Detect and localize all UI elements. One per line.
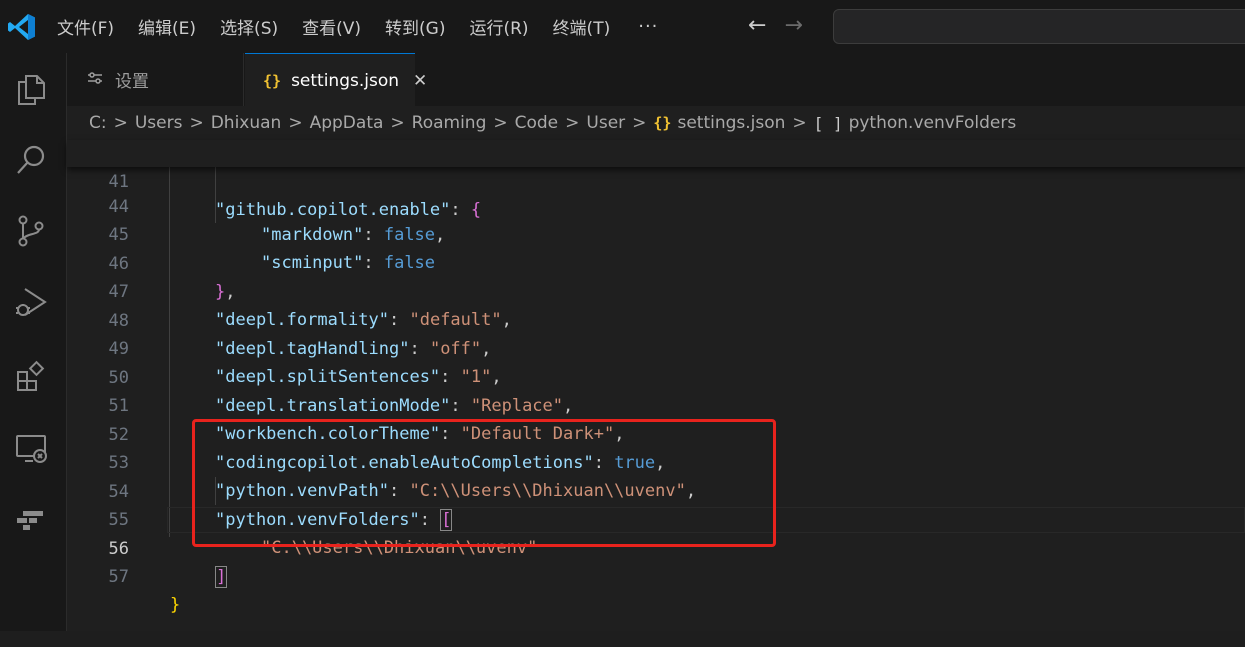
code-line: 48 "deepl.tagHandling": "off", [67, 279, 1245, 359]
vscode-logo-icon [2, 0, 42, 53]
breadcrumb-item[interactable]: Code [515, 113, 559, 133]
chevron-right-icon: > [565, 113, 580, 133]
command-center-search[interactable] [833, 9, 1245, 44]
menu-view[interactable]: 查看(V) [302, 14, 361, 39]
code-line: 49 "deepl.splitSentences": "1", [67, 307, 1245, 387]
json-braces-icon: {} [263, 71, 282, 90]
code-line: 47 "deepl.formality": "default", [67, 250, 1245, 330]
activity-bar [0, 53, 67, 631]
extensions-icon[interactable] [10, 355, 52, 397]
code-line: 44 "markdown": false, [67, 165, 1245, 245]
remote-explorer-icon[interactable] [10, 427, 52, 469]
close-icon[interactable]: ✕ [413, 71, 427, 91]
code-token: : [450, 200, 471, 220]
line-number: 57 [108, 567, 129, 587]
search-icon[interactable] [10, 139, 52, 181]
line-code: ] [215, 563, 228, 591]
source-control-icon[interactable] [10, 210, 52, 252]
breadcrumb-item[interactable]: Users [135, 113, 183, 133]
line-number: 41 [108, 172, 129, 192]
settings-sliders-icon [87, 71, 103, 89]
chevron-right-icon: > [632, 113, 647, 133]
chevron-right-icon: > [792, 113, 807, 133]
code-line: 46 }, [67, 222, 1245, 302]
navigation-arrows: ← → [748, 12, 803, 40]
code-token: "github.copilot.enable" [215, 200, 451, 220]
code-line: 41 "github.copilot.enable": { [67, 140, 1245, 220]
closing-bracket: ] [215, 566, 228, 588]
sticky-scroll-header[interactable]: 41 "github.copilot.enable": { [67, 140, 1245, 220]
tab-settings-json-label: settings.json [291, 70, 400, 91]
json-braces-icon: {} [653, 114, 672, 132]
menu-more-button[interactable]: ··· [638, 16, 658, 37]
code-line: 52 "codingcopilot.enableAutoCompletions"… [67, 393, 1245, 473]
breadcrumb-item[interactable]: Roaming [412, 113, 487, 133]
menu-file[interactable]: 文件(F) [57, 14, 114, 39]
menu-run[interactable]: 运行(R) [469, 14, 528, 39]
menu-selection[interactable]: 选择(S) [220, 14, 278, 39]
menu-bar: 文件(F) 编辑(E) 选择(S) 查看(V) 转到(G) 运行(R) 终端(T… [57, 14, 658, 39]
breadcrumb-item[interactable]: Dhixuan [211, 113, 282, 133]
line-code: } [170, 591, 180, 619]
array-brackets-icon: [ ] [813, 113, 843, 133]
tab-settings-json[interactable]: {} settings.json ✕ [245, 53, 427, 107]
tab-settings[interactable]: 设置 [67, 53, 244, 106]
breadcrumb-item[interactable]: User [586, 113, 625, 133]
chevron-right-icon: > [113, 113, 128, 133]
chevron-right-icon: > [288, 113, 303, 133]
breadcrumb-symbol[interactable]: python.venvFolders [849, 113, 1017, 133]
testing-icon[interactable] [10, 499, 52, 541]
menu-go[interactable]: 转到(G) [385, 14, 445, 39]
chevron-right-icon: > [189, 113, 204, 133]
menu-terminal[interactable]: 终端(T) [553, 14, 611, 39]
editor-tabs: 设置 {} settings.json ✕ [67, 53, 1245, 107]
chevron-right-icon: > [493, 113, 508, 133]
breadcrumb-file[interactable]: settings.json [677, 113, 785, 133]
tab-settings-label: 设置 [115, 72, 149, 92]
forward-arrow-icon[interactable]: → [784, 12, 802, 40]
code-token: { [470, 200, 482, 220]
explorer-icon[interactable] [10, 68, 52, 110]
code-editor[interactable]: 41 "github.copilot.enable": { 44 "markdo… [67, 140, 1245, 631]
code-line: 50 "deepl.translationMode": "Replace", [67, 336, 1245, 416]
line-code: "github.copilot.enable": { [215, 196, 481, 224]
title-bar: 文件(F) 编辑(E) 选择(S) 查看(V) 转到(G) 运行(R) 终端(T… [0, 0, 1245, 53]
breadcrumb-item[interactable]: C: [89, 113, 107, 133]
breadcrumb-item[interactable]: AppData [310, 113, 384, 133]
run-debug-icon[interactable] [10, 281, 52, 323]
red-highlight-box [192, 419, 776, 547]
breadcrumb: C: > Users > Dhixuan > AppData > Roaming… [67, 106, 1245, 140]
back-arrow-icon[interactable]: ← [748, 12, 766, 40]
code-line: 51 "workbench.colorTheme": "Default Dark… [67, 364, 1245, 444]
menu-edit[interactable]: 编辑(E) [138, 14, 196, 39]
code-token: } [170, 595, 181, 615]
chevron-right-icon: > [390, 113, 405, 133]
